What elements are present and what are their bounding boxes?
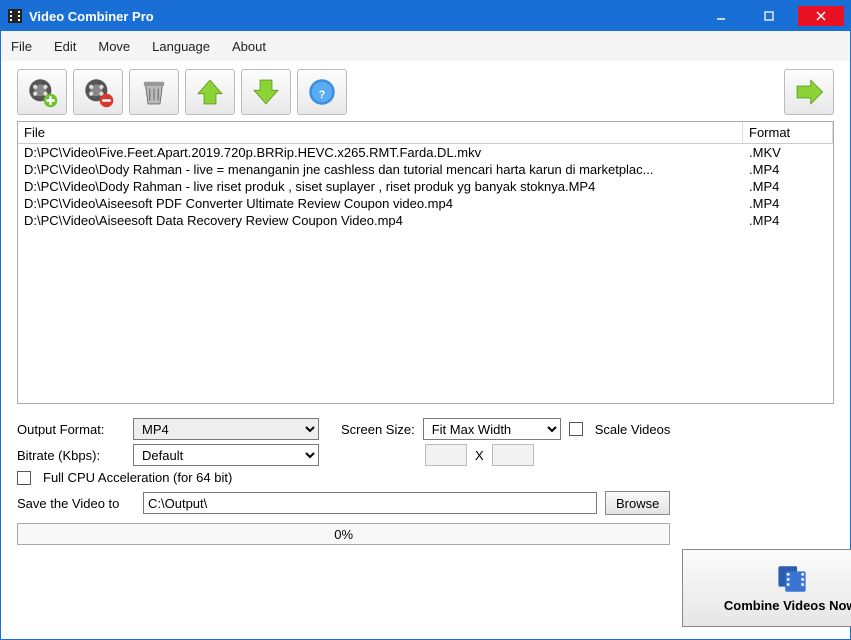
table-row[interactable]: D:\PC\Video\Five.Feet.Apart.2019.720p.BR… (18, 144, 833, 161)
menu-edit[interactable]: Edit (54, 39, 76, 54)
width-input[interactable] (425, 444, 467, 466)
scale-videos-checkbox[interactable] (569, 422, 583, 436)
bitrate-label: Bitrate (Kbps): (17, 448, 125, 463)
column-file-header[interactable]: File (18, 122, 743, 143)
next-button[interactable] (784, 69, 834, 115)
toolbar: ? (1, 61, 850, 121)
add-video-button[interactable] (17, 69, 67, 115)
format-cell: .MP4 (743, 178, 833, 195)
screen-size-label: Screen Size: (341, 422, 415, 437)
file-cell: D:\PC\Video\Aiseesoft Data Recovery Revi… (18, 212, 743, 229)
titlebar: Video Combiner Pro (1, 1, 850, 31)
app-icon (7, 8, 23, 24)
menu-about[interactable]: About (232, 39, 266, 54)
bitrate-select[interactable]: Default (133, 444, 319, 466)
menu-bar: File Edit Move Language About (1, 31, 850, 61)
file-cell: D:\PC\Video\Five.Feet.Apart.2019.720p.BR… (18, 144, 743, 161)
window-title: Video Combiner Pro (29, 9, 698, 24)
help-button[interactable]: ? (297, 69, 347, 115)
menu-language[interactable]: Language (152, 39, 210, 54)
move-up-button[interactable] (185, 69, 235, 115)
browse-button[interactable]: Browse (605, 491, 670, 515)
format-cell: .MP4 (743, 161, 833, 178)
save-to-label: Save the Video to (17, 496, 135, 511)
table-row[interactable]: D:\PC\Video\Aiseesoft PDF Converter Ulti… (18, 195, 833, 212)
close-button[interactable] (798, 6, 844, 26)
maximize-button[interactable] (746, 6, 792, 26)
screen-size-select[interactable]: Fit Max Width (423, 418, 561, 440)
progress-text: 0% (334, 527, 353, 542)
format-cell: .MP4 (743, 195, 833, 212)
combine-button[interactable]: Combine Videos Now! (682, 549, 851, 627)
full-cpu-label: Full CPU Acceleration (for 64 bit) (43, 470, 232, 485)
format-cell: .MKV (743, 144, 833, 161)
output-format-label: Output Format: (17, 422, 125, 437)
menu-file[interactable]: File (11, 39, 32, 54)
table-row[interactable]: D:\PC\Video\Aiseesoft Data Recovery Revi… (18, 212, 833, 229)
file-cell: D:\PC\Video\Dody Rahman - live riset pro… (18, 178, 743, 195)
file-cell: D:\PC\Video\Aiseesoft PDF Converter Ulti… (18, 195, 743, 212)
combine-label: Combine Videos Now! (724, 598, 851, 613)
remove-video-button[interactable] (73, 69, 123, 115)
output-format-select[interactable]: MP4 (133, 418, 319, 440)
format-cell: .MP4 (743, 212, 833, 229)
column-format-header[interactable]: Format (743, 122, 833, 143)
svg-text:?: ? (319, 89, 326, 101)
height-input[interactable] (492, 444, 534, 466)
clear-list-button[interactable] (129, 69, 179, 115)
x-label: X (475, 448, 484, 463)
scale-videos-label: Scale Videos (595, 422, 671, 437)
progress-bar: 0% (17, 523, 670, 545)
menu-move[interactable]: Move (98, 39, 130, 54)
file-list: File Format D:\PC\Video\Five.Feet.Apart.… (17, 121, 834, 404)
move-down-button[interactable] (241, 69, 291, 115)
full-cpu-checkbox[interactable] (17, 471, 31, 485)
minimize-button[interactable] (698, 6, 744, 26)
save-path-input[interactable] (143, 492, 597, 514)
table-row[interactable]: D:\PC\Video\Dody Rahman - live riset pro… (18, 178, 833, 195)
table-row[interactable]: D:\PC\Video\Dody Rahman - live = menanga… (18, 161, 833, 178)
film-icon (775, 564, 809, 594)
file-cell: D:\PC\Video\Dody Rahman - live = menanga… (18, 161, 743, 178)
